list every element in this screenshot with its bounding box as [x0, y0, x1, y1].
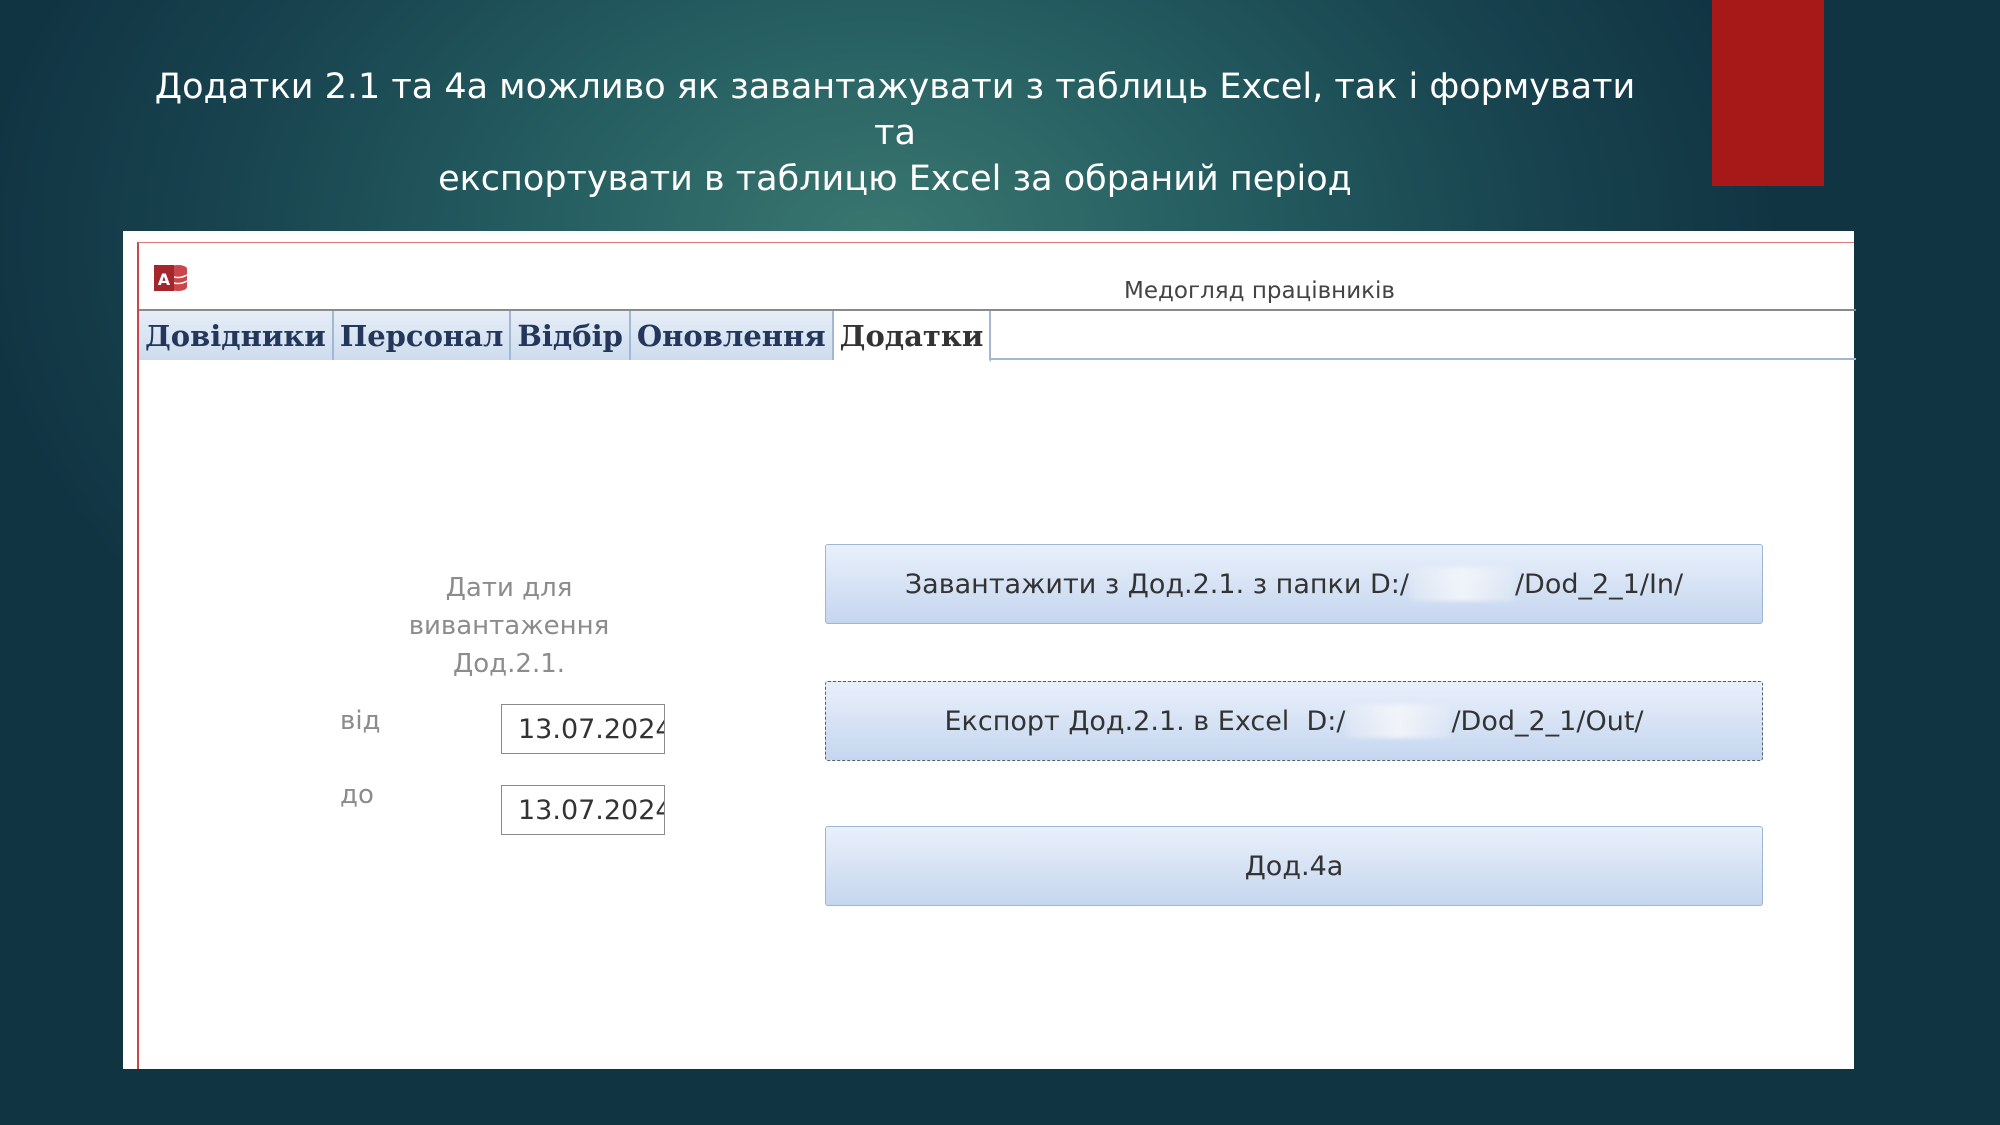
access-window: A Медогляд працівників Довідники Персона…	[137, 242, 1856, 1069]
dates-label-line-2: вивантаження	[408, 611, 610, 641]
redacted-folder-name	[1346, 704, 1451, 738]
tab-personal[interactable]: Персонал	[333, 311, 512, 360]
tab-dodatky[interactable]: Додатки	[833, 311, 992, 362]
tab-bar: Довідники Персонал Відбір Оновлення Дода…	[139, 311, 1856, 362]
window-title: Медогляд працівників	[1124, 278, 1395, 304]
from-date-input[interactable]	[501, 704, 665, 754]
export-dod21-button[interactable]: Експорт Дод.2.1. в Excel D:/ /Dod_2_1/Out…	[825, 681, 1763, 761]
import-button-suffix: /Dod_2_1/In/	[1514, 568, 1684, 600]
access-screenshot: A Медогляд працівників Довідники Персона…	[123, 231, 1856, 1069]
tab-dovidnyky[interactable]: Довідники	[139, 311, 334, 360]
dates-label-line-3: Дод.2.1.	[452, 649, 566, 679]
import-button-prefix: Завантажити з Дод.2.1. з папки D:/	[904, 568, 1409, 600]
slide-title: Додатки 2.1 та 4а можливо як завантажува…	[130, 64, 1660, 202]
dod4a-button[interactable]: Дод.4а	[825, 826, 1763, 906]
export-button-suffix: /Dod_2_1/Out/	[1451, 705, 1644, 737]
from-date-label: від	[340, 706, 381, 736]
slide-title-line-1: Додатки 2.1 та 4а можливо як завантажува…	[154, 67, 1636, 153]
dates-export-label: Дати для вивантаження Дод.2.1.	[369, 569, 649, 683]
to-date-label: до	[340, 780, 374, 810]
import-dod21-button[interactable]: Завантажити з Дод.2.1. з папки D:/ /Dod_2…	[825, 544, 1763, 624]
redacted-folder-name	[1409, 567, 1514, 601]
red-accent-bar	[1712, 0, 1824, 186]
export-button-prefix: Експорт Дод.2.1. в Excel D:/	[944, 705, 1346, 737]
tab-vidbir[interactable]: Відбір	[511, 311, 631, 360]
to-date-input[interactable]	[501, 785, 665, 835]
tab-onovlennia[interactable]: Оновлення	[630, 311, 834, 360]
slide-title-line-2: експортувати в таблицю Excel за обраний …	[438, 159, 1352, 199]
dates-label-line-1: Дати для	[445, 573, 573, 603]
